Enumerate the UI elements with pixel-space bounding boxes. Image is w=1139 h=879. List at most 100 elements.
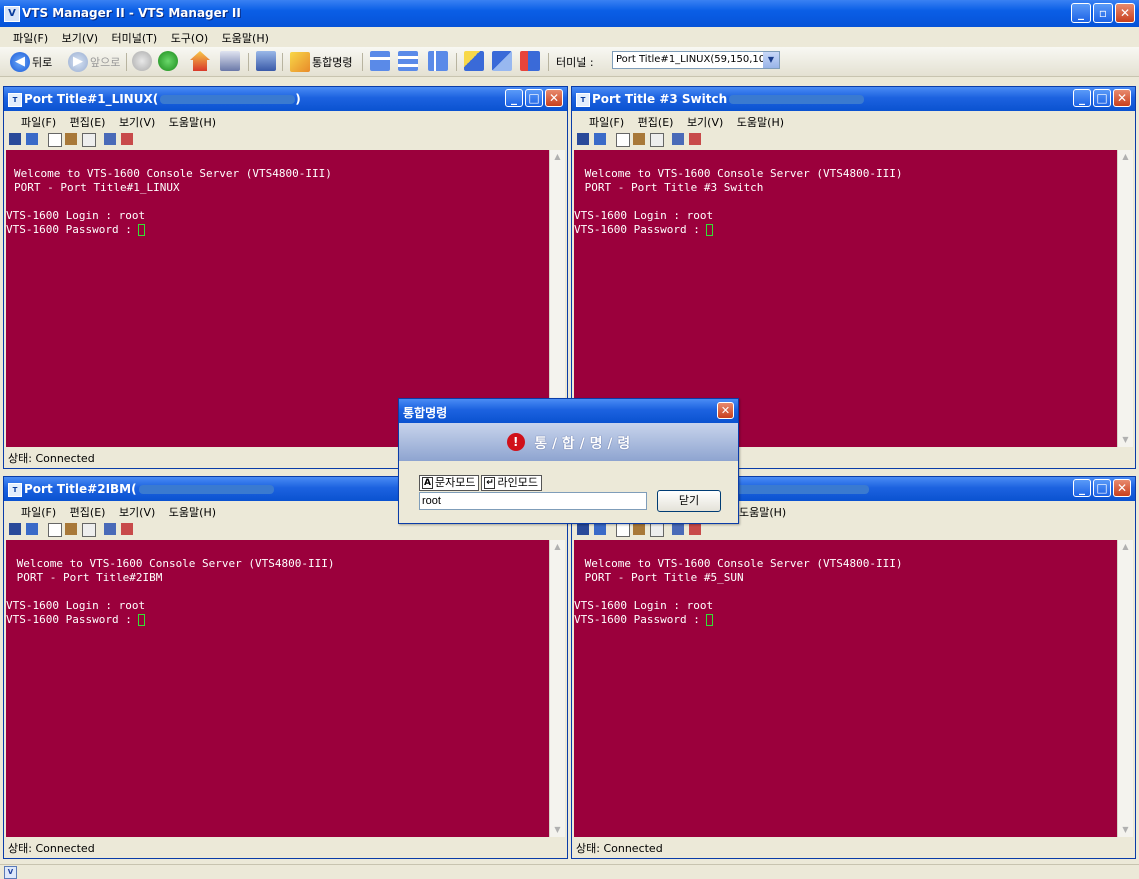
- panel-title: Port Title#1_LINUX(: [24, 92, 159, 106]
- clear-icon[interactable]: [82, 523, 96, 537]
- panel-menu-help[interactable]: 도움말(H): [164, 111, 221, 133]
- tile-horizontal-icon[interactable]: [370, 51, 390, 71]
- panel-menu-file[interactable]: 파일(F): [16, 111, 61, 133]
- vertical-scrollbar[interactable]: ▲▼: [1117, 150, 1133, 447]
- console-line: VTS-1600 Password :: [574, 223, 707, 236]
- copy-icon[interactable]: [616, 523, 630, 537]
- panel-maximize-button[interactable]: □: [525, 89, 543, 107]
- log-stop-icon[interactable]: [121, 133, 133, 145]
- menu-help[interactable]: 도움말(H): [217, 27, 274, 49]
- clear-icon[interactable]: [82, 133, 96, 147]
- log-icon[interactable]: [104, 523, 116, 535]
- paste-icon[interactable]: [65, 133, 77, 145]
- menu-view[interactable]: 보기(V): [57, 27, 103, 49]
- panel-menu-help[interactable]: 도움말(H): [734, 501, 791, 523]
- panel-minimize-button[interactable]: _: [1073, 479, 1091, 497]
- log-stop-icon[interactable]: [121, 523, 133, 535]
- cursor: [138, 614, 146, 626]
- paste-icon[interactable]: [633, 523, 645, 535]
- maximize-button[interactable]: ▫: [1093, 3, 1113, 23]
- panel-menu-file[interactable]: 파일(F): [584, 111, 629, 133]
- paste-icon[interactable]: [633, 133, 645, 145]
- panel-menu-view[interactable]: 보기(V): [114, 501, 160, 523]
- vertical-scrollbar[interactable]: ▲▼: [1117, 540, 1133, 837]
- stop-icon[interactable]: [132, 51, 152, 71]
- forward-button[interactable]: ▶ 앞으로: [68, 51, 120, 73]
- console-line: VTS-1600 Login : root: [574, 209, 714, 222]
- clear-icon[interactable]: [650, 523, 664, 537]
- connect-icon[interactable]: [464, 51, 484, 71]
- console-line: VTS-1600 Password :: [6, 613, 139, 626]
- char-mode-button[interactable]: A 문자모드: [419, 475, 480, 491]
- panel-maximize-button[interactable]: □: [1093, 479, 1111, 497]
- console-line: Welcome to VTS-1600 Console Server (VTS4…: [14, 167, 332, 180]
- back-label: 뒤로: [32, 56, 53, 69]
- save-icon[interactable]: [577, 523, 589, 535]
- save-icon[interactable]: [9, 133, 21, 145]
- console-line: PORT - Port Title#1_LINUX: [14, 181, 180, 194]
- copy-icon[interactable]: [48, 523, 62, 537]
- panel-menu-view[interactable]: 보기(V): [114, 111, 160, 133]
- close-dialog-button[interactable]: 닫기: [657, 490, 721, 512]
- disconnect-icon[interactable]: [594, 523, 606, 535]
- log-icon[interactable]: [672, 523, 684, 535]
- log-icon[interactable]: [104, 133, 116, 145]
- exit-icon[interactable]: [520, 51, 540, 71]
- disconnect-icon[interactable]: [26, 133, 38, 145]
- log-stop-icon[interactable]: [689, 523, 701, 535]
- disconnect-icon[interactable]: [26, 523, 38, 535]
- close-button[interactable]: ✕: [1115, 3, 1135, 23]
- chevron-down-icon[interactable]: ▼: [763, 52, 779, 68]
- vertical-scrollbar[interactable]: ▲▼: [549, 540, 565, 837]
- panel-close-button[interactable]: ✕: [1113, 479, 1131, 497]
- save-icon[interactable]: [9, 523, 21, 535]
- command-input[interactable]: [419, 492, 647, 510]
- panel-menu-file[interactable]: 파일(F): [16, 501, 61, 523]
- line-mode-button[interactable]: ↵ 라인모드: [481, 475, 542, 491]
- menu-tools[interactable]: 도구(O): [166, 27, 213, 49]
- panel-minimize-button[interactable]: _: [1073, 89, 1091, 107]
- panel-close-button[interactable]: ✕: [545, 89, 563, 107]
- panel-menu-view[interactable]: 보기(V): [682, 111, 728, 133]
- log-icon[interactable]: [672, 133, 684, 145]
- refresh-icon[interactable]: [158, 51, 178, 71]
- panel-close-button[interactable]: ✕: [1113, 89, 1131, 107]
- menu-file[interactable]: 파일(F): [8, 27, 53, 49]
- send-icon[interactable]: [492, 51, 512, 71]
- panel-minimize-button[interactable]: _: [505, 89, 523, 107]
- panel-menu-edit[interactable]: 편집(E): [65, 111, 111, 133]
- cascade-icon[interactable]: [428, 51, 448, 71]
- save-icon[interactable]: [577, 133, 589, 145]
- app-icon: V: [4, 6, 20, 22]
- home-icon[interactable]: [190, 51, 210, 71]
- app-title: VTS Manager II - VTS Manager II: [22, 6, 241, 20]
- lock-icon[interactable]: [256, 51, 276, 71]
- tile-vertical-icon[interactable]: [398, 51, 418, 71]
- enter-icon: ↵: [484, 477, 496, 489]
- app-tray-icon[interactable]: V: [4, 866, 17, 879]
- copy-icon[interactable]: [48, 133, 62, 147]
- log-stop-icon[interactable]: [689, 133, 701, 145]
- panel-menu-help[interactable]: 도움말(H): [732, 111, 789, 133]
- panel-port-sun: _ □ ✕ 도움말(H) Welcome to VTS-1600 Console…: [571, 476, 1136, 859]
- back-button[interactable]: ◀ 뒤로: [10, 51, 52, 73]
- panel-menu-help[interactable]: 도움말(H): [164, 501, 221, 523]
- console-output[interactable]: Welcome to VTS-1600 Console Server (VTS4…: [6, 540, 549, 837]
- dialog-close-icon[interactable]: ✕: [717, 402, 734, 419]
- menu-terminal[interactable]: 터미널(T): [107, 27, 163, 49]
- panel-maximize-button[interactable]: □: [1093, 89, 1111, 107]
- console-line: PORT - Port Title #3 Switch: [578, 181, 764, 194]
- panel-toolbar: [572, 131, 1135, 149]
- console-line: VTS-1600 Login : root: [574, 599, 714, 612]
- disconnect-icon[interactable]: [594, 133, 606, 145]
- clear-icon[interactable]: [650, 133, 664, 147]
- terminal-select[interactable]: Port Title#1_LINUX(59,150,105,18 ▼: [612, 51, 780, 69]
- console-output[interactable]: Welcome to VTS-1600 Console Server (VTS4…: [574, 540, 1117, 837]
- panel-menu-edit[interactable]: 편집(E): [633, 111, 679, 133]
- copy-icon[interactable]: [616, 133, 630, 147]
- integrated-command-button[interactable]: 통합명령: [290, 51, 352, 73]
- panel-menu-edit[interactable]: 편집(E): [65, 501, 111, 523]
- print-icon[interactable]: [220, 51, 240, 71]
- minimize-button[interactable]: _: [1071, 3, 1091, 23]
- paste-icon[interactable]: [65, 523, 77, 535]
